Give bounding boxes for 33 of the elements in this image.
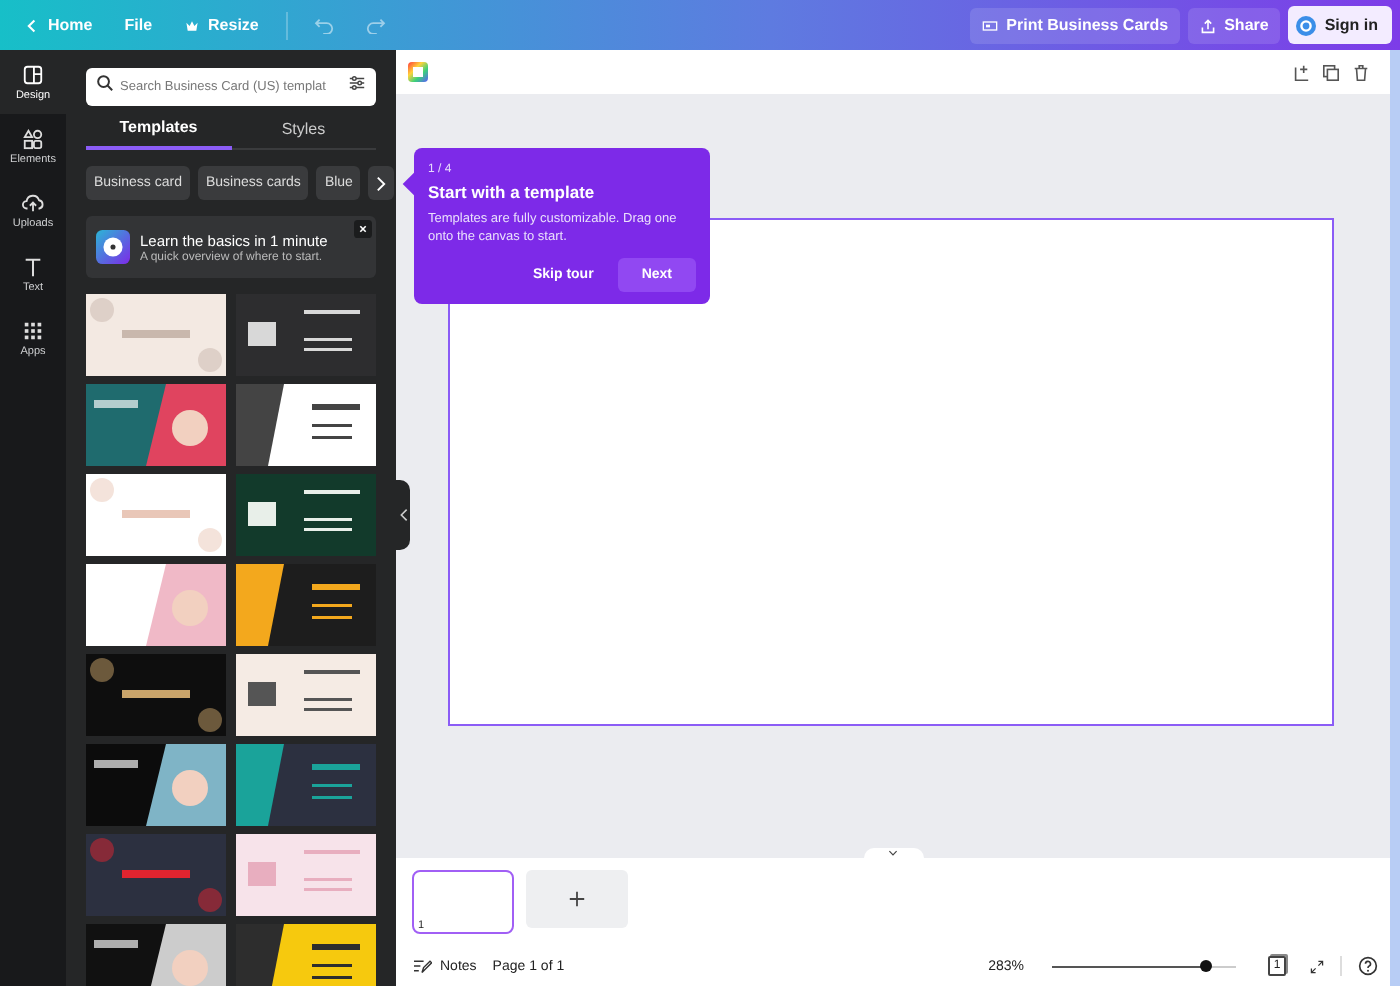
add-page-icon[interactable] [1292,63,1310,81]
notes-icon [412,958,432,974]
shapes-icon [22,128,44,150]
upload-icon [1200,17,1217,33]
collapse-handle[interactable] [396,480,410,550]
slider-thumb[interactable] [1200,960,1213,972]
chevron-left-icon [399,508,407,522]
panel-tab[interactable]: Styles [231,112,376,150]
card-icon [982,17,999,33]
chevron-down-icon [888,850,898,856]
filter-icon[interactable] [348,74,366,92]
fullscreen-icon[interactable] [1310,959,1324,973]
panel-tab[interactable]: Templates [86,112,231,150]
color-palette-icon[interactable] [408,62,428,82]
sign-in-button[interactable]: Sign in [1288,6,1392,44]
plus-icon [568,890,586,908]
close-icon[interactable] [354,220,372,238]
delete-icon[interactable] [1352,63,1370,81]
back-icon [24,17,40,33]
text-icon [22,256,44,278]
tour-title: Start with a template [428,182,597,202]
chevron-right-icon [376,175,387,191]
logo-icon [1296,15,1317,35]
crown-icon [184,17,201,33]
pages-toggle[interactable] [863,848,923,858]
duplicate-icon[interactable] [1322,63,1340,81]
cloud-upload-icon [22,192,44,214]
scroll-right-button[interactable] [368,166,395,200]
share-button[interactable]: Share [1188,7,1281,43]
print-button[interactable]: Print Business Cards [970,7,1181,43]
apps-icon [22,320,44,342]
help-icon[interactable] [1358,956,1378,976]
layout-icon [22,64,44,86]
